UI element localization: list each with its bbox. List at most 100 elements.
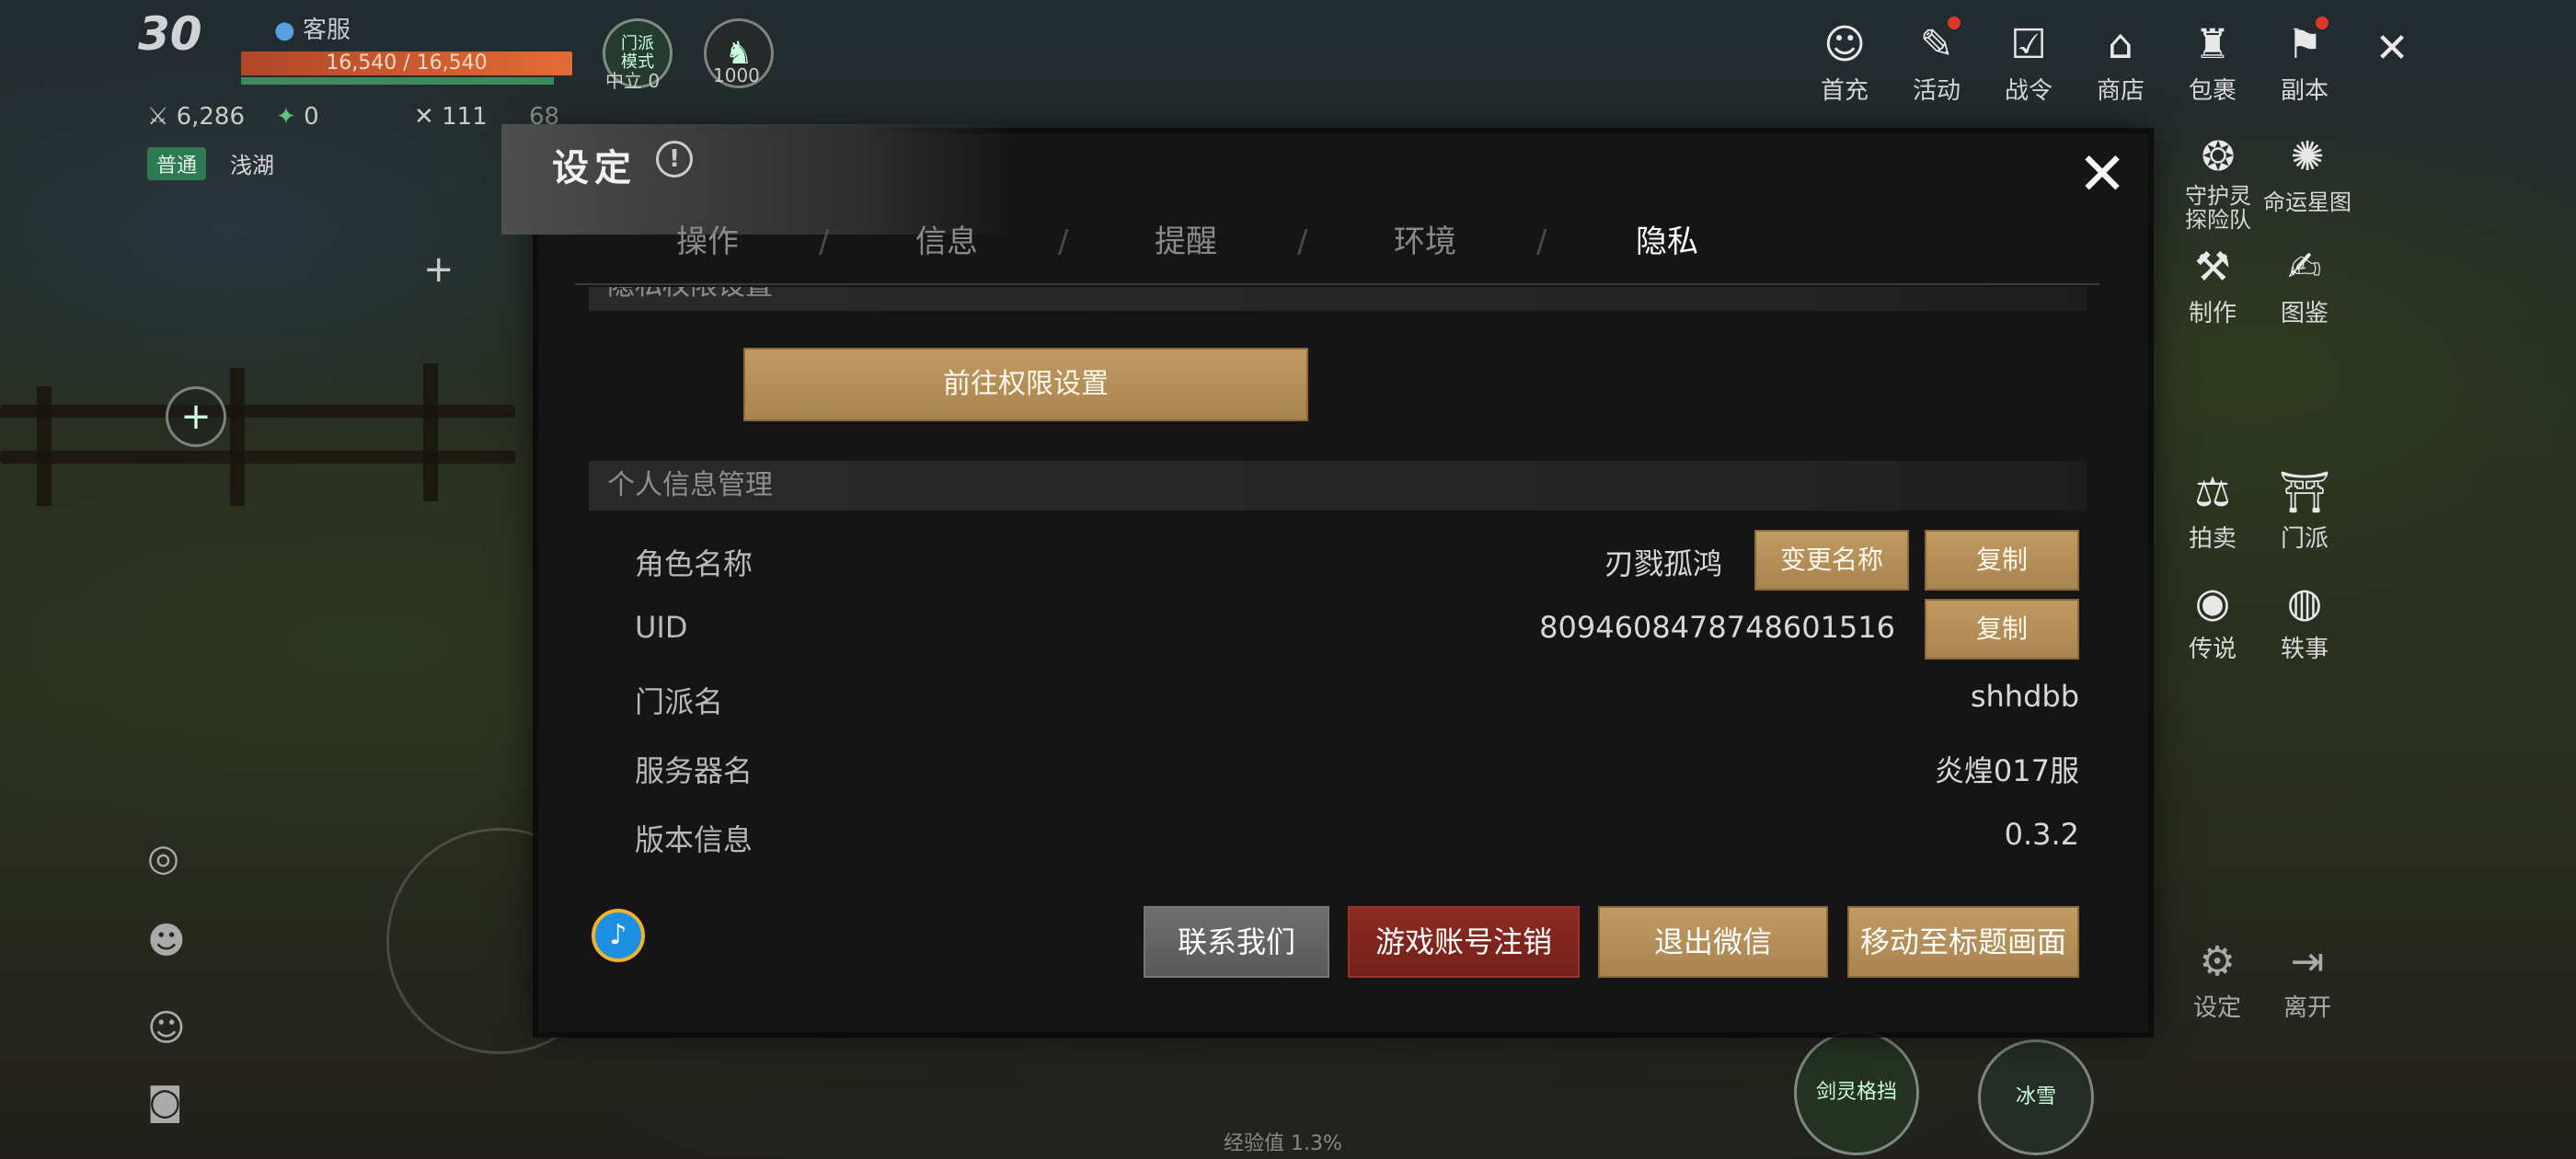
top-menu-battlepass[interactable]: ☑ 战令 [2001, 17, 2056, 106]
copy-name-button[interactable]: 复制 [1925, 530, 2079, 591]
pet-value: 1000 [713, 64, 760, 86]
privacy-section-header: 隐私权限设置 [589, 287, 2087, 311]
side-menu-craft[interactable]: ⚒ 制作 [2185, 239, 2240, 328]
codex-icon: ✍ [2287, 243, 2322, 291]
server-label: 客服 [302, 17, 351, 44]
top-menu-activity[interactable]: ✎ 活动 [1909, 17, 1964, 106]
hp-text: 16,540 / 16,540 [326, 52, 488, 75]
auction-icon: ⚖ [2194, 468, 2231, 516]
side-menu-label: 门派 [2280, 525, 2329, 553]
skill-label: 冰雪 [2015, 1085, 2056, 1108]
tab-info[interactable]: 信息 [915, 216, 978, 261]
swirl-icon[interactable]: ◎ [147, 837, 179, 879]
top-menu-label: 副本 [2280, 77, 2329, 105]
move-to-title-button[interactable]: 移动至标题画面 [1847, 906, 2079, 978]
side-menu-settings[interactable]: ⚙ 设定 [2190, 934, 2245, 1023]
emote-icon[interactable]: ☺ [147, 1007, 186, 1050]
skill-sword-parry[interactable]: 剑灵格挡 [1794, 1030, 1919, 1155]
copy-uid-button[interactable]: 复制 [1925, 599, 2079, 660]
goto-permissions-button[interactable]: 前往权限设置 [743, 348, 1308, 421]
top-menu-label: 活动 [1912, 77, 1961, 105]
server-indicator[interactable]: ● 客服 [274, 11, 351, 45]
combat-power: ⚔ 6,286 [147, 103, 245, 131]
server-name-label: 服务器名 [635, 753, 753, 788]
close-button[interactable]: ✕ [2075, 145, 2130, 204]
exit-icon: ⇥ [2290, 937, 2325, 985]
logout-wechat-button[interactable]: 退出微信 [1598, 906, 1828, 978]
top-menu-shop[interactable]: ⌂ 商店 [2093, 17, 2148, 106]
skill-ice[interactable]: 冰雪 [1978, 1039, 2094, 1155]
tab-controls[interactable]: 操作 [676, 216, 739, 261]
side-menu-guardian[interactable]: ❂ 守护灵 探险队 [2185, 129, 2251, 233]
shop-icon: ⌂ [2108, 20, 2133, 68]
sect-name-value: shhdbb [1970, 679, 2079, 714]
tab-environment[interactable]: 环境 [1394, 216, 1456, 261]
top-menu-label: 商店 [2096, 77, 2145, 105]
side-menu-label: 守护灵 探险队 [2185, 183, 2251, 233]
tab-separator: / [1536, 224, 1547, 260]
privacy-section-clip: 隐私权限设置 [575, 287, 2099, 316]
side-menu-label: 设定 [2192, 994, 2241, 1022]
mp-bar [241, 77, 554, 85]
camera-icon[interactable]: ◙ [147, 1081, 183, 1123]
top-menu-first-charge[interactable]: ☺ 首充 [1817, 17, 1872, 106]
rename-button[interactable]: 变更名称 [1754, 530, 1909, 591]
side-menu-label: 离开 [2283, 994, 2331, 1022]
side-menu-label: 拍卖 [2188, 525, 2237, 553]
mode-tag: 普通 [147, 147, 207, 180]
side-menu-auction[interactable]: ⚖ 拍卖 [2185, 465, 2240, 554]
side-menu-label: 传说 [2188, 636, 2237, 663]
tab-separator: / [819, 224, 830, 260]
pet-icon: ♞ [724, 35, 753, 72]
uid-label: UID [635, 610, 688, 645]
side-menu-anecdote[interactable]: ◍ 轶事 [2277, 575, 2332, 664]
crossed-swords-icon: ✕ [2375, 24, 2409, 72]
side-menu-starchart[interactable]: ✺ 命运星图 [2263, 129, 2352, 216]
server-name-value: 炎煌017服 [1934, 753, 2079, 788]
faction-neutral-label: 中立 0 [605, 70, 661, 92]
stat-three-value: 111 [442, 103, 488, 131]
swords-icon: ⚔ [147, 103, 169, 131]
currency-value: 0 [304, 103, 319, 131]
top-menu-dungeon[interactable]: ⚑ 副本 [2277, 17, 2332, 106]
top-menu-label: 战令 [2004, 77, 2053, 105]
add-button[interactable]: + [166, 386, 226, 447]
exp-label: 经验值 1.3% [1224, 1132, 1342, 1155]
character-icon[interactable]: ☻ [147, 920, 186, 962]
contact-us-button[interactable]: 联系我们 [1144, 906, 1329, 978]
close-icon: ✕ [2077, 141, 2127, 209]
side-menu-label: 图鉴 [2280, 300, 2329, 327]
menu-collapse-button[interactable]: ✕ [2364, 20, 2420, 75]
side-menu-codex[interactable]: ✍ 图鉴 [2277, 239, 2332, 328]
player-level: 30 [138, 7, 202, 61]
sect-icon: ⛩ [2279, 469, 2330, 516]
role-name-label: 角色名称 [635, 546, 753, 581]
portrait-icon: ☺ [1823, 20, 1866, 68]
tab-reminders[interactable]: 提醒 [1155, 216, 1217, 261]
side-menu-exit[interactable]: ⇥ 离开 [2280, 934, 2335, 1023]
sect-name-label: 门派名 [635, 684, 724, 719]
side-menu-sect[interactable]: ⛩ 门派 [2277, 465, 2332, 554]
blade-icon: ✕ [414, 103, 434, 131]
top-menu-bag[interactable]: ♜ 包裹 [2185, 17, 2240, 106]
top-menu-label: 首充 [1820, 77, 1869, 105]
version-value: 0.3.2 [2004, 817, 2079, 852]
bag-icon: ♜ [2194, 20, 2231, 68]
location-pin-icon: ● [274, 17, 295, 44]
side-menu-label: 命运星图 [2263, 189, 2352, 215]
hp-bar: 16,540 / 16,540 [241, 52, 572, 75]
craft-icon: ⚒ [2194, 243, 2231, 291]
legend-icon: ◉ [2194, 579, 2231, 626]
cancel-account-button[interactable]: 游戏账号注销 [1348, 906, 1580, 978]
side-menu-legend[interactable]: ◉ 传说 [2185, 575, 2240, 664]
skill-label: 剑灵格挡 [1815, 1081, 1897, 1104]
map-zoom-plus-icon[interactable]: + [423, 248, 454, 291]
notification-dot [2316, 17, 2329, 29]
location-name: 浅湖 [230, 153, 274, 178]
tab-separator: / [1297, 224, 1308, 260]
tab-privacy[interactable]: 隐私 [1636, 216, 1698, 261]
combat-power-value: 6,286 [176, 103, 246, 131]
info-icon[interactable]: ! [656, 141, 693, 178]
personal-info-section-header: 个人信息管理 [589, 461, 2087, 511]
currency: ✦ 0 [276, 103, 319, 131]
